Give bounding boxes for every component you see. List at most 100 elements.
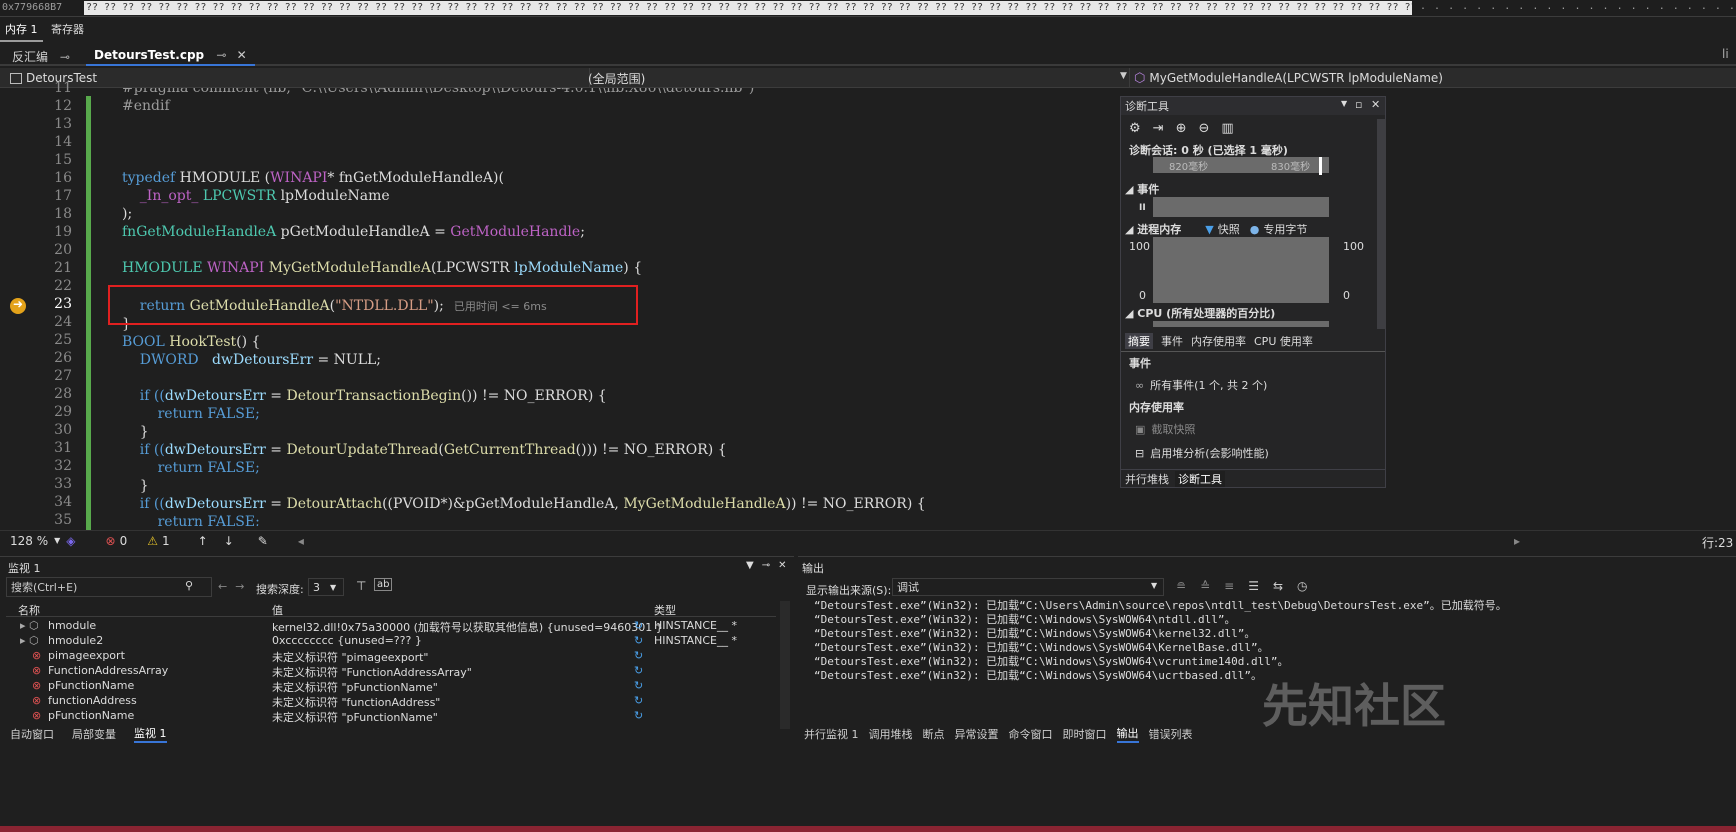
up-arrow-icon[interactable]: ↑ xyxy=(198,534,208,548)
refresh-icon[interactable]: ↻ xyxy=(634,694,643,707)
tab-watch-1[interactable]: 监视 1 xyxy=(134,725,167,743)
output-tab[interactable]: 断点 xyxy=(923,726,945,742)
axis-label: 100 xyxy=(1343,240,1364,253)
tab-summary[interactable]: 摘要 xyxy=(1125,333,1153,349)
output-tab[interactable]: 异常设置 xyxy=(955,726,999,742)
tab-disassembly[interactable]: 反汇编 ⊸ xyxy=(4,44,78,66)
pin-icon[interactable]: ⊸ xyxy=(216,48,226,62)
tab-registers[interactable]: 寄存器 xyxy=(46,18,89,40)
cpu-header[interactable]: ◢ CPU (所有处理器的百分比) xyxy=(1125,305,1275,321)
zoom-level[interactable]: 128 % xyxy=(10,534,48,548)
events-header[interactable]: ◢ 事件 xyxy=(1125,181,1159,197)
maximize-icon[interactable]: ▫ xyxy=(1355,98,1362,111)
column-value[interactable]: 值 xyxy=(272,602,283,618)
process-memory-header[interactable]: ◢ 进程内存 ▼ 快照 ● 专用字节 xyxy=(1125,221,1307,237)
overflow-tab-label[interactable]: li xyxy=(1722,47,1729,61)
search-depth-select[interactable]: 3 ▼ xyxy=(308,578,344,596)
refresh-icon[interactable]: ↻ xyxy=(634,634,643,647)
output-tab[interactable]: 调用堆栈 xyxy=(869,726,913,742)
gear-icon[interactable]: ⚙ xyxy=(1129,121,1141,136)
back-arrow-icon[interactable]: ← xyxy=(218,580,227,593)
table-row[interactable]: ⊗ FunctionAddressArray 未定义标识符 "FunctionAdd… xyxy=(0,664,794,679)
export-icon[interactable]: ⇥ xyxy=(1153,121,1164,136)
table-row[interactable]: ⊗ pFunctionName 未定义标识符 "pFunctionName" ↻ xyxy=(0,679,794,694)
close-icon[interactable]: ✕ xyxy=(1371,98,1380,111)
format-icon[interactable]: ab xyxy=(374,578,393,591)
output-source-select[interactable]: 调试 ▼ xyxy=(892,578,1164,596)
scroll-left-icon[interactable]: ◂ xyxy=(298,534,304,548)
memory-tabs: 内存 1 寄存器 xyxy=(0,18,1736,42)
project-dropdown[interactable]: DetoursTest xyxy=(0,68,590,88)
scroll-right-icon[interactable]: ▸ xyxy=(1514,534,1520,548)
tab-locals[interactable]: 局部变量 xyxy=(72,726,116,742)
diag-timeline[interactable]: 820毫秒 830毫秒 xyxy=(1153,157,1329,173)
cleanup-icon[interactable]: ✎ xyxy=(258,534,268,548)
close-icon[interactable]: ✕ xyxy=(237,48,247,62)
output-toolbar: ≘ ≙ ≡ ☰ ⇆ ◷ xyxy=(1176,579,1308,593)
take-snapshot-button[interactable]: ▣ 截取快照 xyxy=(1135,421,1195,437)
tab-events[interactable]: 事件 xyxy=(1161,333,1183,349)
pin-filter-icon[interactable]: ⊤ xyxy=(356,579,366,593)
chart-icon[interactable]: ▥ xyxy=(1221,121,1233,136)
scope-dropdown[interactable]: (全局范围) ▼ xyxy=(588,68,1130,88)
output-tab[interactable]: 命令窗口 xyxy=(1009,726,1053,742)
output-tab[interactable]: 错误列表 xyxy=(1149,726,1193,742)
zoom-in-icon[interactable]: ⊕ xyxy=(1176,121,1187,136)
expand-object-icon[interactable]: ▸ ⬡ xyxy=(20,619,39,632)
chevron-down-icon[interactable]: ▼ xyxy=(1341,99,1347,108)
tab-memory-usage[interactable]: 内存使用率 xyxy=(1191,333,1246,349)
pin-icon[interactable]: ⊸ xyxy=(60,50,70,64)
refresh-icon[interactable]: ↻ xyxy=(634,664,643,677)
table-row[interactable]: ▸ ⬡ hmodule kernel32.dll!0x75a30000 (加载符号以… xyxy=(0,619,794,634)
code-line-32: return FALSE; xyxy=(122,460,260,476)
output-tab[interactable]: 即时窗口 xyxy=(1063,726,1107,742)
refresh-icon[interactable]: ↻ xyxy=(634,679,643,692)
column-name[interactable]: 名称 xyxy=(18,602,40,618)
copilot-icon[interactable]: ◈ xyxy=(66,534,75,548)
down-arrow-icon[interactable]: ↓ xyxy=(224,534,234,548)
refresh-icon[interactable]: ↻ xyxy=(634,649,643,662)
tab-memory-1[interactable]: 内存 1 xyxy=(0,18,43,42)
zoom-out-icon[interactable]: ⊖ xyxy=(1198,121,1209,136)
table-row[interactable]: ⊗ pFunctionName 未定义标识符 "pFunctionName" ↻ xyxy=(0,709,794,724)
watch-name: hmodule2 xyxy=(48,634,104,647)
watch-value: 未定义标识符 "functionAddress" xyxy=(272,696,441,709)
close-icon[interactable]: ✕ xyxy=(778,560,786,571)
warning-count[interactable]: 1 xyxy=(162,534,170,548)
output-tab[interactable]: 并行监视 1 xyxy=(804,726,859,742)
tab-detourstest-cpp[interactable]: DetoursTest.cpp ⊸ ✕ xyxy=(86,44,255,66)
pause-icon[interactable]: II xyxy=(1139,203,1146,213)
watch-search-input[interactable]: 搜索(Ctrl+E) ⚲ xyxy=(6,577,212,597)
table-row[interactable]: ⊗ functionAddress 未定义标识符 "functionAddress"… xyxy=(0,694,794,709)
refresh-icon[interactable]: ↻ xyxy=(634,619,643,632)
clock-icon[interactable]: ◷ xyxy=(1297,579,1307,593)
function-dropdown[interactable]: ⬡ MyGetModuleHandleA(LPCWSTR lpModuleNam… xyxy=(1134,68,1734,88)
column-type[interactable]: 类型 xyxy=(654,602,676,618)
pin-icon[interactable]: ⊸ xyxy=(762,560,770,571)
forward-arrow-icon[interactable]: → xyxy=(235,580,244,593)
table-row[interactable]: ▸ ⬡ hmodule2 0xcccccccc {unused=??? } HINST… xyxy=(0,634,794,649)
expand-object-icon[interactable]: ▸ ⬡ xyxy=(20,634,39,647)
find-icon[interactable]: ≡ xyxy=(1224,579,1234,593)
go-to-previous-icon[interactable]: ≘ xyxy=(1176,579,1186,593)
output-tab[interactable]: 输出 xyxy=(1116,725,1139,743)
chevron-down-icon[interactable]: ▼ xyxy=(746,560,754,571)
heap-profiling-button[interactable]: ⊟ 启用堆分析(会影响性能) xyxy=(1135,445,1269,461)
chevron-down-icon[interactable]: ▼ xyxy=(54,536,60,545)
word-wrap-icon[interactable]: ⇆ xyxy=(1273,579,1283,593)
error-count[interactable]: 0 xyxy=(120,534,128,548)
search-icon[interactable]: ⚲ xyxy=(185,579,193,592)
code-editor[interactable]: #pragma comment (lib, "C:\\Users\\Admin\… xyxy=(100,88,1736,590)
go-to-next-icon[interactable]: ≙ xyxy=(1200,579,1210,593)
table-row[interactable]: ⊗ pimageexport 未定义标识符 "pimageexport" ↻ xyxy=(0,649,794,664)
tab-cpu-usage[interactable]: CPU 使用率 xyxy=(1254,333,1313,349)
diag-scrollbar[interactable] xyxy=(1377,119,1386,329)
all-events-link[interactable]: ∞ 所有事件(1 个, 共 2 个) xyxy=(1135,377,1267,393)
clear-all-icon[interactable]: ☰ xyxy=(1248,579,1259,593)
refresh-icon[interactable]: ↻ xyxy=(634,709,643,722)
tab-autos[interactable]: 自动窗口 xyxy=(10,726,54,742)
code-line-19: fnGetModuleHandleA pGetModuleHandleA = G… xyxy=(122,224,585,240)
tab-parallel-stacks[interactable]: 并行堆栈 xyxy=(1125,471,1169,487)
tab-diagnostic-tools[interactable]: 诊断工具 xyxy=(1175,470,1225,487)
watch-scrollbar[interactable] xyxy=(780,601,790,729)
